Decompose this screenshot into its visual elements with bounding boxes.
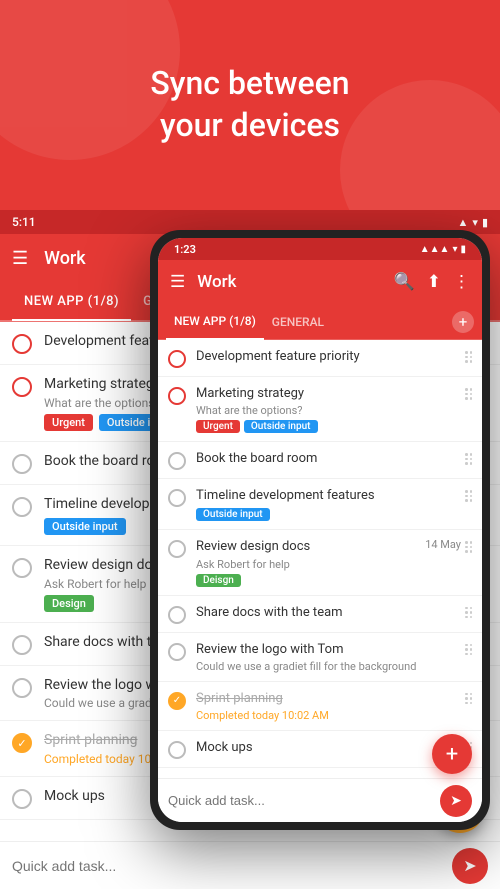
phone-task-list: Development feature priority Marketing st… (158, 340, 482, 778)
phone-device: 1:23 ▲▲▲ ▾ ▮ ☰ Work 🔍 ⬆ ⋮ NEW APP (1/8) (150, 230, 490, 830)
phone-status-icons: ▲▲▲ ▾ ▮ (420, 244, 466, 255)
task-circle (12, 558, 32, 578)
phone-app-title: Work (197, 272, 381, 292)
phone-battery-icon: ▮ (460, 244, 466, 255)
phone-task-subtitle: Ask Robert for help (196, 558, 425, 571)
phone-task-item[interactable]: Share docs with the team (158, 596, 482, 633)
phone-more-icon[interactable]: ⋮ (453, 272, 470, 292)
tablet-send-button[interactable]: ➤ (452, 848, 488, 884)
phone-drag-handle (465, 450, 472, 465)
menu-icon[interactable]: ☰ (12, 248, 28, 269)
phone-task-item[interactable]: Review design docs Ask Robert for help Dei… (158, 530, 482, 595)
phone-time: 1:23 (174, 243, 196, 256)
hero-section: Sync between your devices (0, 0, 500, 210)
phone-task-title: Mock ups (196, 739, 461, 757)
phone-task-tags: Urgent Outside input (196, 420, 461, 433)
phone-task-title: Review design docs (196, 538, 425, 556)
phone-task-item[interactable]: Marketing strategyWhat are the options? U… (158, 377, 482, 442)
task-circle (12, 733, 32, 753)
battery-icon: ▮ (482, 216, 488, 229)
phone-task-title: Marketing strategy (196, 385, 461, 403)
phone-drag-handle (465, 641, 472, 656)
hero-line2: your devices (160, 106, 340, 144)
device-container: 5:11 ▲ ▾ ▮ ☰ Work 🔍 ⬆ ⋮ NEW APP (1/8) GE… (0, 210, 500, 889)
task-tag: Design (44, 595, 94, 612)
phone-task-title: Sprint planning (196, 690, 461, 708)
tab-new-app[interactable]: NEW APP (1/8) (12, 283, 131, 321)
phone-task-circle (168, 643, 186, 661)
phone-task-title: Review the logo with Tom (196, 641, 461, 659)
phone-drag-handle (465, 348, 472, 363)
phone-app-bar: ☰ Work 🔍 ⬆ ⋮ (158, 260, 482, 304)
phone-screen: 1:23 ▲▲▲ ▾ ▮ ☰ Work 🔍 ⬆ ⋮ NEW APP (1/8) (158, 238, 482, 822)
phone-drag-handle (465, 690, 472, 705)
phone-task-title: Book the board room (196, 450, 461, 468)
hero-line1: Sync between (150, 64, 349, 102)
tablet-status-icons: ▲ ▾ ▮ (458, 216, 488, 229)
phone-task-tags: Outside input (196, 508, 461, 521)
phone-quick-add-input[interactable] (168, 793, 440, 808)
phone-task-circle (168, 540, 186, 558)
phone-share-icon[interactable]: ⬆ (427, 272, 441, 292)
task-circle (12, 334, 32, 354)
phone-task-item[interactable]: Review the logo with TomCould we use a g… (158, 633, 482, 682)
phone-send-button[interactable]: ➤ (440, 785, 472, 817)
phone-task-title: Timeline development features (196, 487, 461, 505)
phone-task-date: 14 May (425, 538, 461, 551)
phone-status-bar: 1:23 ▲▲▲ ▾ ▮ (158, 238, 482, 260)
tablet-quick-add-input[interactable] (12, 858, 452, 874)
phone-task-item[interactable]: Timeline development features Outside inp… (158, 479, 482, 530)
task-circle (12, 789, 32, 809)
phone-task-subtitle: Could we use a gradiet fill for the back… (196, 660, 461, 673)
phone-drag-handle (465, 604, 472, 619)
signal-icon: ▲ (458, 216, 469, 229)
phone-task-item[interactable]: Sprint planningCompleted today 10:02 AM (158, 682, 482, 731)
phone-task-tag: Urgent (196, 420, 240, 433)
phone-task-circle (168, 741, 186, 759)
tablet-time: 5:11 (12, 215, 36, 229)
task-circle (12, 678, 32, 698)
task-tag: Outside input (44, 518, 126, 535)
phone-task-item[interactable]: Book the board room (158, 442, 482, 479)
phone-task-item[interactable]: Development feature priority (158, 340, 482, 377)
phone-menu-icon[interactable]: ☰ (170, 272, 185, 292)
phone-tab-general[interactable]: GENERAL (264, 304, 332, 339)
tablet-quick-add-bar: ➤ (0, 841, 500, 889)
phone-task-tag: Outside input (244, 420, 318, 433)
phone-task-tag: Outside input (196, 508, 270, 521)
hero-text: Sync between your devices (150, 63, 349, 146)
phone-task-tags: Deisgn (196, 574, 425, 587)
phone-add-fab[interactable]: + (452, 311, 474, 333)
phone-drag-handle (465, 487, 472, 502)
phone-task-title: Share docs with the team (196, 604, 461, 622)
phone-drag-handle (465, 538, 472, 553)
phone-task-circle (168, 489, 186, 507)
phone-task-tag: Deisgn (196, 574, 241, 587)
phone-tabs-bar: NEW APP (1/8) GENERAL + (158, 304, 482, 340)
phone-task-circle (168, 452, 186, 470)
phone-drag-handle (465, 385, 472, 400)
phone-quick-add-bar: ➤ (158, 778, 482, 822)
wifi-icon: ▾ (472, 216, 478, 229)
phone-task-circle (168, 692, 186, 710)
phone-task-circle (168, 606, 186, 624)
phone-wifi-icon: ▾ (452, 244, 457, 255)
task-circle (12, 454, 32, 474)
phone-task-title: Development feature priority (196, 348, 461, 366)
task-tag: Urgent (44, 414, 93, 431)
phone-signal-icon: ▲▲▲ (420, 244, 450, 255)
phone-task-subtitle: Completed today 10:02 AM (196, 709, 461, 722)
phone-main-fab[interactable]: + (432, 734, 472, 774)
task-circle (12, 377, 32, 397)
task-circle (12, 635, 32, 655)
phone-task-subtitle: What are the options? (196, 404, 461, 417)
phone-tab-new-app[interactable]: NEW APP (1/8) (166, 305, 264, 340)
phone-task-circle (168, 387, 186, 405)
phone-search-icon[interactable]: 🔍 (394, 272, 415, 292)
phone-task-circle (168, 350, 186, 368)
task-circle (12, 497, 32, 517)
